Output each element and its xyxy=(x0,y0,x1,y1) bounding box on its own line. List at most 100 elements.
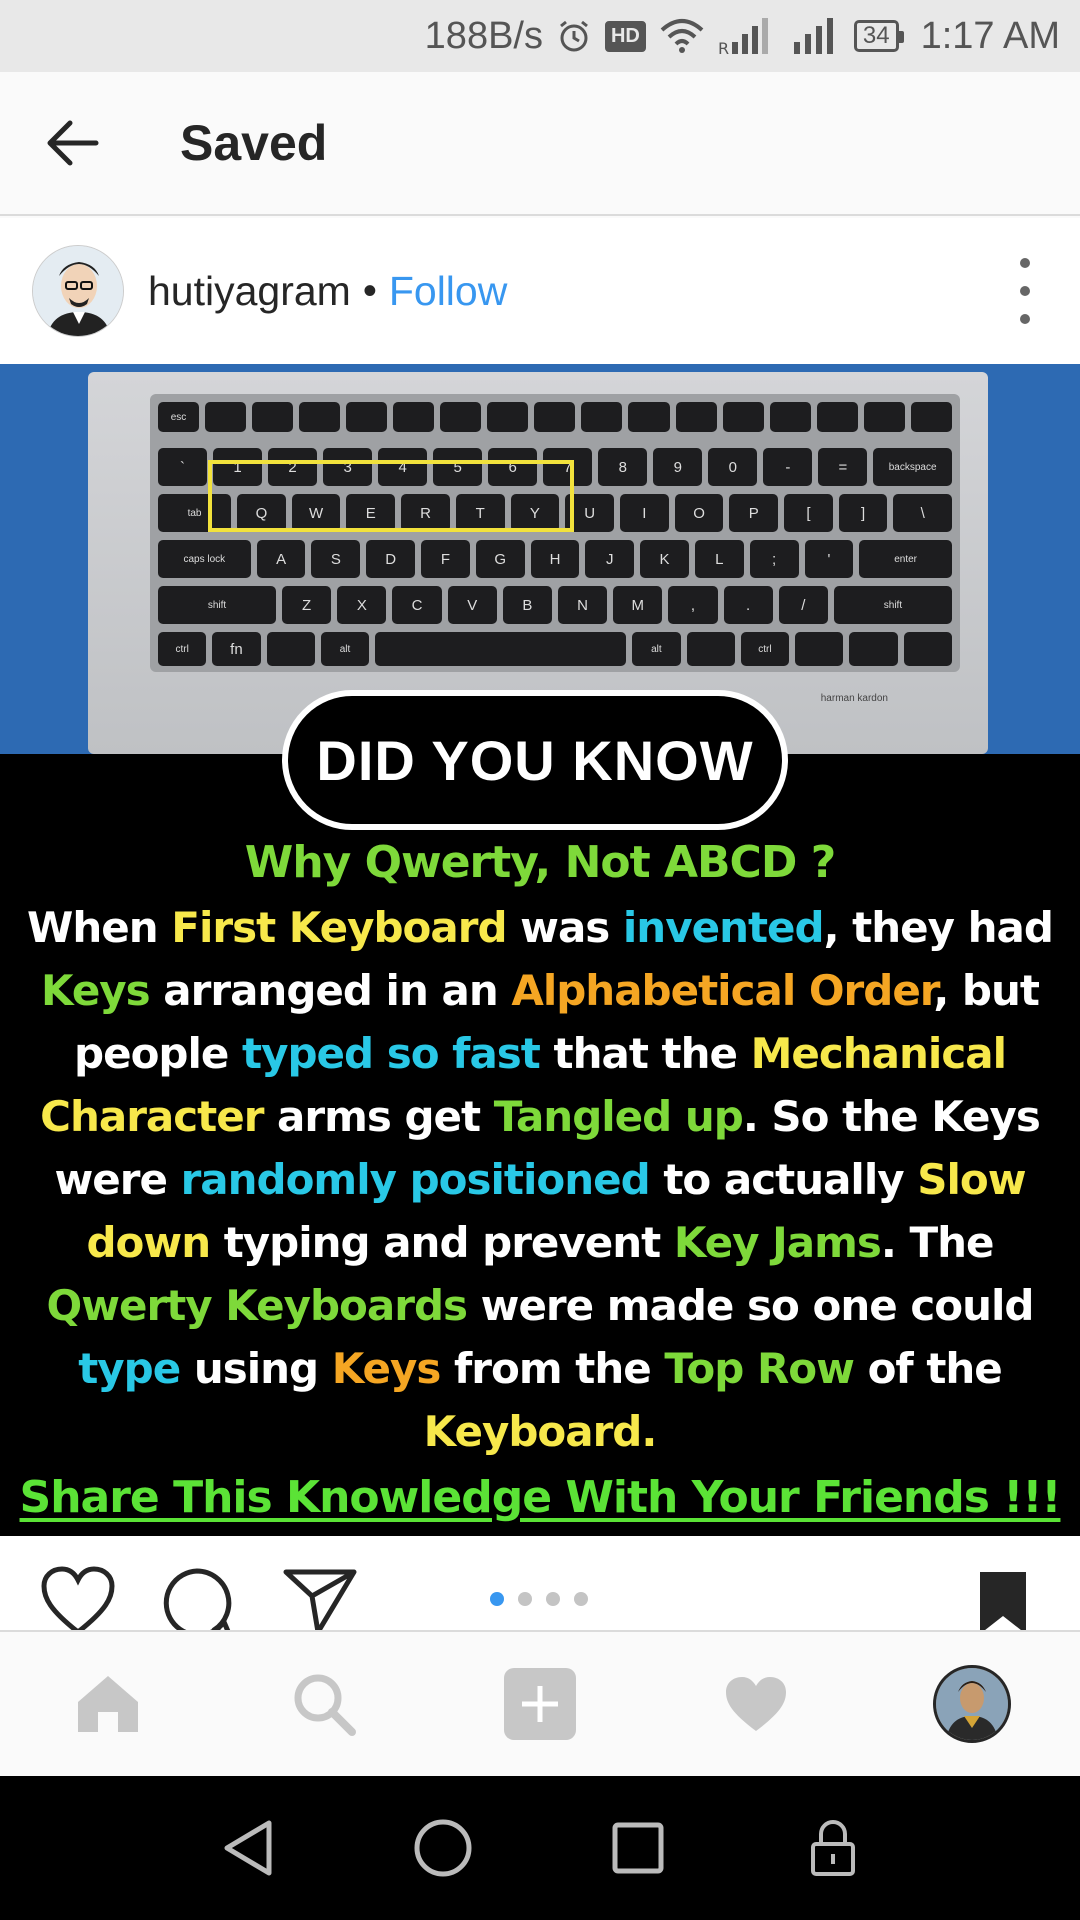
save-button[interactable] xyxy=(978,1570,1028,1632)
post-image-body: When First Keyboard was invented, they h… xyxy=(0,896,1080,1463)
keyboard-key: 0 xyxy=(708,448,758,486)
system-recents-button[interactable] xyxy=(598,1808,678,1888)
keyboard-key xyxy=(346,402,388,432)
post-text-segment: When xyxy=(27,903,172,952)
post-text-segment: of the xyxy=(853,1344,1003,1393)
keyboard-key: K xyxy=(640,540,689,578)
keyboard-key: 9 xyxy=(653,448,703,486)
keyboard: esc ` 1 2 3 4 5 6 7 8 9 0- = backspace tab Q W E R T Y U I O P[]… xyxy=(150,394,960,672)
post-text-segment: arms get xyxy=(263,1092,494,1141)
keyboard-key: ctrl xyxy=(158,632,207,666)
post-text-segment: Alphabetical Order xyxy=(511,966,934,1015)
post-action-bar xyxy=(0,1536,1080,1632)
keyboard-key xyxy=(534,402,576,432)
keyboard-key xyxy=(299,402,341,432)
keyboard-key xyxy=(675,402,717,432)
share-button[interactable] xyxy=(282,1566,358,1632)
keyboard-key: ] xyxy=(838,494,888,532)
post-image-subtitle: Why Qwerty, Not ABCD ? xyxy=(244,837,836,888)
post-text-segment: invented xyxy=(622,903,825,952)
system-back-button[interactable] xyxy=(208,1808,288,1888)
keyboard-key xyxy=(581,402,623,432)
keyboard-key xyxy=(722,402,764,432)
page-title: Saved xyxy=(180,115,328,171)
nav-profile[interactable] xyxy=(922,1654,1022,1754)
keyboard-key: J xyxy=(585,540,635,578)
keyboard-row: shift Z X C V B N M,. / shift xyxy=(158,586,952,624)
keyboard-key: shift xyxy=(158,586,277,624)
triangle-back-icon xyxy=(224,1820,271,1876)
heart-outline-icon xyxy=(41,1566,115,1632)
post-text-segment: Qwerty Keyboards xyxy=(46,1281,468,1330)
keyboard-key: M xyxy=(613,586,663,624)
post-header: hutiyagram • Follow xyxy=(0,218,1080,364)
post-text-segment: First Keyboard xyxy=(171,903,507,952)
circle-home-icon xyxy=(414,1819,471,1877)
keyboard-key xyxy=(849,632,898,666)
keyboard-key: F xyxy=(421,540,470,578)
carousel-dot xyxy=(574,1592,588,1606)
keyboard-key xyxy=(910,402,952,432)
search-icon xyxy=(294,1674,356,1736)
keyboard-key xyxy=(375,632,627,666)
post-text-segment: Key Jams xyxy=(673,1218,882,1267)
keyboard-key: shift xyxy=(833,586,952,624)
keyboard-key: backspace xyxy=(873,448,952,486)
nav-home[interactable] xyxy=(58,1654,158,1754)
follow-button[interactable]: Follow xyxy=(389,268,507,315)
add-post-icon xyxy=(504,1668,576,1740)
more-vertical-icon xyxy=(1020,258,1030,268)
square-recents-icon xyxy=(612,1822,663,1874)
carousel-indicator xyxy=(490,1592,588,1606)
post-text-segment: randomly positioned xyxy=(180,1155,651,1204)
back-button[interactable] xyxy=(0,71,146,215)
keyboard-key: C xyxy=(392,586,442,624)
post-text-segment: Keys xyxy=(41,966,151,1015)
keyboard-brand: harman kardon xyxy=(820,693,888,704)
post-text-segment: . The xyxy=(880,1218,995,1267)
keyboard-row: esc xyxy=(158,402,952,432)
keyboard-key xyxy=(487,402,529,432)
post-text-segment: , they had xyxy=(823,903,1054,952)
keyboard-key: fn xyxy=(212,632,261,666)
nav-add-post[interactable] xyxy=(490,1654,590,1754)
profile-avatar xyxy=(933,1665,1011,1743)
keyboard-key: S xyxy=(311,540,361,578)
send-icon xyxy=(283,1569,357,1632)
keyboard-key: ; xyxy=(749,540,799,578)
post-text-segment: Tangled up xyxy=(493,1092,744,1141)
carousel-dot xyxy=(490,1592,504,1606)
keyboard-key: I xyxy=(619,494,669,532)
carousel-dot xyxy=(518,1592,532,1606)
keyboard-key: [ xyxy=(784,494,833,532)
keyboard-key: esc xyxy=(158,402,200,432)
post-image[interactable]: esc ` 1 2 3 4 5 6 7 8 9 0- = backspace tab Q W E R T Y U I O P[]… xyxy=(0,364,1080,1536)
post-text-segment: from the xyxy=(440,1344,665,1393)
post-text-segment: typed so fast xyxy=(242,1029,541,1078)
more-options-button[interactable] xyxy=(1010,258,1040,324)
app-header: Saved xyxy=(0,72,1080,216)
like-button[interactable] xyxy=(40,1566,116,1632)
author-username[interactable]: hutiyagram xyxy=(148,268,351,315)
keyboard-key: N xyxy=(557,586,608,624)
keyboard-key xyxy=(628,402,670,432)
post-text-segment: was xyxy=(506,903,623,952)
comment-button[interactable] xyxy=(160,1566,234,1632)
system-lock-button[interactable] xyxy=(793,1808,873,1888)
network-speed: 188B/s xyxy=(424,14,543,57)
nav-activity[interactable] xyxy=(706,1654,806,1754)
system-home-button[interactable] xyxy=(403,1808,483,1888)
arrow-left-icon xyxy=(47,120,99,166)
wifi-icon xyxy=(660,18,704,54)
keyboard-key: ' xyxy=(804,540,854,578)
keyboard-key xyxy=(266,632,315,666)
keyboard-key: / xyxy=(778,586,828,624)
qwerty-highlight-box xyxy=(208,460,574,532)
battery-indicator: 34 xyxy=(853,20,904,52)
author-avatar[interactable] xyxy=(32,245,124,337)
keyboard-key: . xyxy=(723,586,773,624)
signal-roaming-icon: R xyxy=(718,16,778,56)
post-text-segment: were made so one could xyxy=(467,1281,1035,1330)
nav-search[interactable] xyxy=(274,1654,374,1754)
keyboard-key: X xyxy=(337,586,387,624)
